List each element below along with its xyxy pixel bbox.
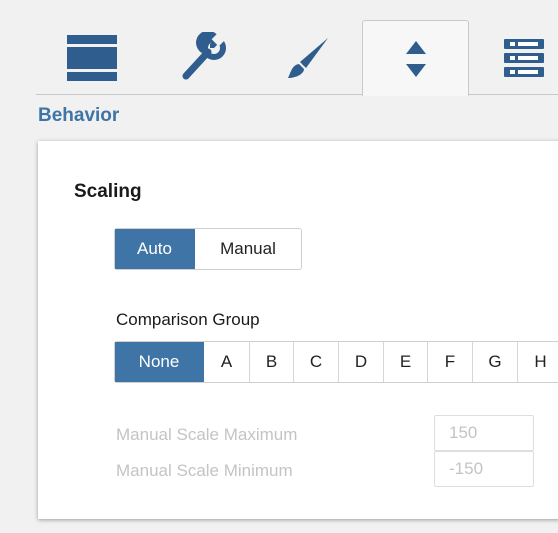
paintbrush-icon — [282, 32, 334, 84]
sort-arrows-icon — [404, 39, 428, 79]
tab-style[interactable] — [268, 20, 348, 95]
group-b-button[interactable]: B — [250, 342, 294, 382]
scaling-panel: Scaling Auto Manual Comparison Group Non… — [38, 141, 558, 519]
group-f-button[interactable]: F — [428, 342, 473, 382]
group-c-button[interactable]: C — [294, 342, 339, 382]
section-title: Behavior — [38, 105, 120, 126]
tab-behavior[interactable] — [362, 20, 469, 96]
manual-scale-max-input[interactable] — [434, 415, 534, 451]
group-d-button[interactable]: D — [339, 342, 384, 382]
tab-rows[interactable] — [490, 20, 558, 95]
tab-tools[interactable] — [162, 20, 242, 95]
behavior-settings-page: Behavior Scaling Auto Manual Comparison … — [0, 0, 558, 533]
list-rows-icon — [504, 37, 544, 79]
scaling-mode-toggle: Auto Manual — [114, 228, 302, 270]
tab-bar — [0, 0, 558, 96]
tab-layout[interactable] — [52, 20, 132, 95]
manual-scale-min-label: Manual Scale Minimum — [116, 461, 293, 480]
manual-scale-max-label: Manual Scale Maximum — [116, 425, 298, 444]
group-h-button[interactable]: H — [518, 342, 558, 382]
wrench-icon — [176, 31, 228, 84]
scaling-heading: Scaling — [74, 181, 142, 202]
comparison-group-selector: None A B C D E F G H — [114, 341, 558, 383]
layout-bars-icon — [65, 32, 119, 84]
group-none-button[interactable]: None — [115, 342, 204, 382]
manual-scale-min-input[interactable] — [434, 451, 534, 487]
scaling-manual-button[interactable]: Manual — [195, 229, 301, 269]
group-a-button[interactable]: A — [204, 342, 250, 382]
scaling-auto-button[interactable]: Auto — [115, 229, 195, 269]
group-g-button[interactable]: G — [473, 342, 518, 382]
group-e-button[interactable]: E — [384, 342, 428, 382]
comparison-group-label: Comparison Group — [116, 310, 260, 329]
